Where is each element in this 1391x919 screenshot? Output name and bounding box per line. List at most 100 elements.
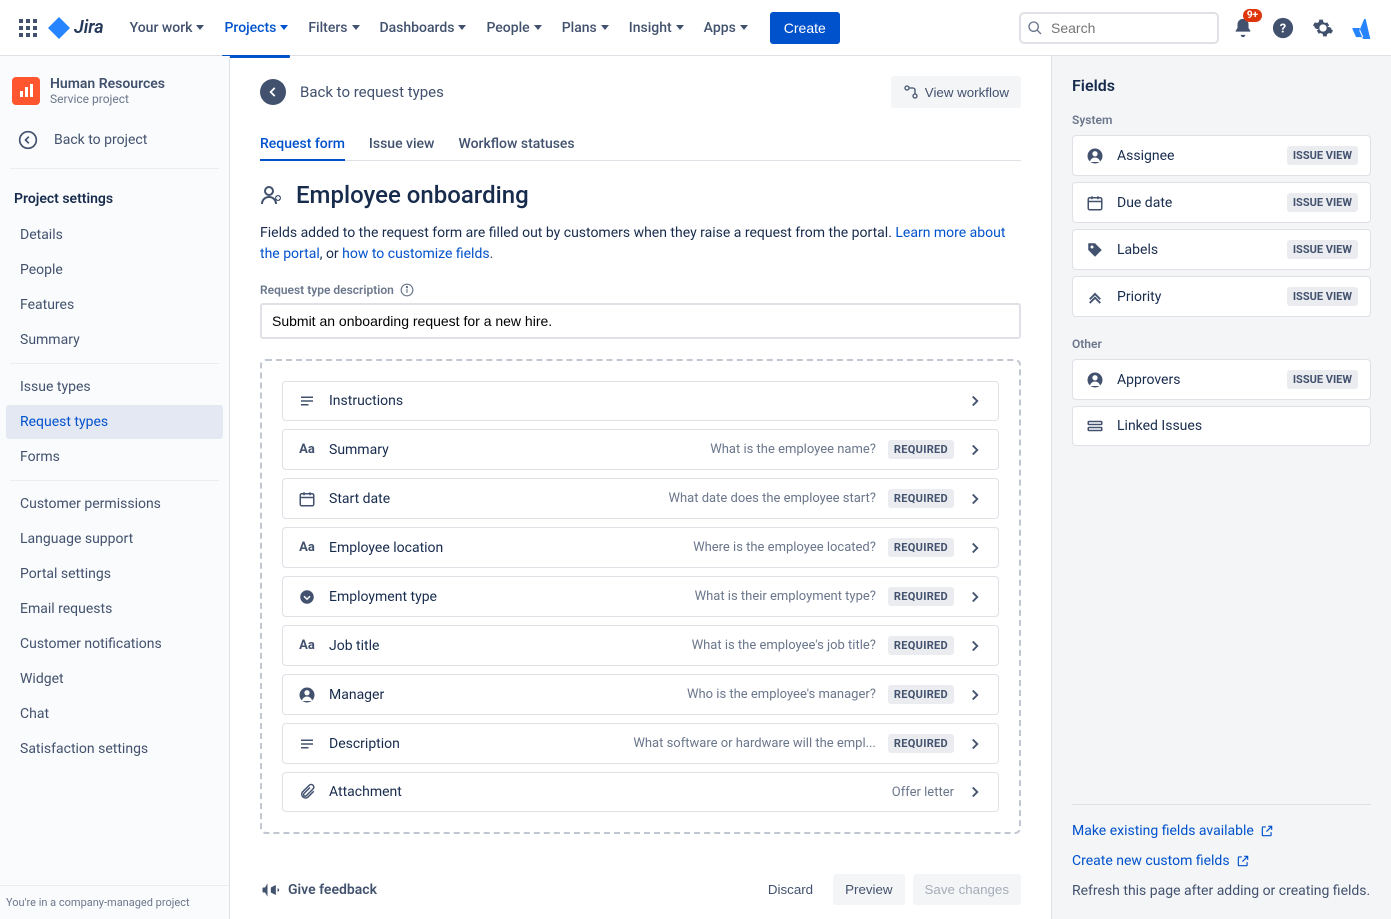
field-hint: Offer letter: [414, 785, 954, 800]
chevron-right-icon: [966, 441, 984, 459]
back-to-project-link[interactable]: Back to project: [0, 118, 229, 162]
sidebar-item-features[interactable]: Features: [6, 288, 223, 322]
sidebar-item-satisfaction-settings[interactable]: Satisfaction settings: [6, 732, 223, 766]
user-icon: [1085, 147, 1105, 165]
nav-item-projects[interactable]: Projects: [214, 12, 298, 44]
field-name: Employment type: [329, 589, 437, 605]
field-panel-item-name: Assignee: [1117, 148, 1275, 164]
field-row-attachment[interactable]: AttachmentOffer letter: [282, 772, 999, 812]
give-feedback-button[interactable]: Give feedback: [260, 880, 377, 900]
field-row-start-date[interactable]: Start dateWhat date does the employee st…: [282, 478, 999, 519]
info-icon[interactable]: [400, 283, 414, 297]
field-name: Manager: [329, 687, 384, 703]
field-hint: What is the employee's job title?: [391, 638, 875, 653]
field-name: Job title: [329, 638, 379, 654]
sidebar-item-details[interactable]: Details: [6, 218, 223, 252]
fields-panel-item-priority[interactable]: PriorityISSUE VIEW: [1072, 276, 1371, 317]
nav-item-your-work[interactable]: Your work: [120, 12, 215, 44]
field-panel-item-name: Due date: [1117, 195, 1275, 211]
save-changes-button: Save changes: [913, 874, 1021, 905]
sidebar-item-email-requests[interactable]: Email requests: [6, 592, 223, 626]
description-input[interactable]: [260, 303, 1021, 339]
field-name: Description: [329, 736, 400, 752]
settings-icon[interactable]: [1307, 12, 1339, 44]
field-hint: What is the employee name?: [401, 442, 876, 457]
app-switcher-icon[interactable]: [12, 12, 44, 44]
sidebar-item-portal-settings[interactable]: Portal settings: [6, 557, 223, 591]
fields-panel-item-due-date[interactable]: Due date ISSUE VIEW: [1072, 182, 1371, 223]
fields-panel-item-approvers[interactable]: ApproversISSUE VIEW: [1072, 359, 1371, 400]
calendar-icon: [1085, 194, 1105, 212]
field-row-description[interactable]: DescriptionWhat software or hardware wil…: [282, 723, 999, 764]
tab-workflow-statuses[interactable]: Workflow statuses: [458, 128, 574, 160]
text-lines-icon: [297, 735, 317, 753]
make-fields-available-link[interactable]: Make existing fields available: [1072, 823, 1274, 839]
main-content: Back to request types View workflow Requ…: [230, 56, 1051, 919]
external-link-icon: [1236, 854, 1250, 868]
nav-item-filters[interactable]: Filters: [298, 12, 369, 44]
sidebar-item-widget[interactable]: Widget: [6, 662, 223, 696]
top-nav: Jira Your work Projects Filters Dashboar…: [0, 0, 1391, 56]
Aa-icon: Aa: [297, 638, 317, 653]
nav-item-dashboards[interactable]: Dashboards: [370, 12, 477, 44]
atlassian-icon[interactable]: [1347, 12, 1379, 44]
nav-item-insight[interactable]: Insight: [619, 12, 694, 44]
field-panel-item-name: Labels: [1117, 242, 1275, 258]
sidebar-item-chat[interactable]: Chat: [6, 697, 223, 731]
fields-panel-item-linked-issues[interactable]: Linked Issues: [1072, 406, 1371, 446]
preview-button[interactable]: Preview: [833, 874, 904, 905]
view-workflow-button[interactable]: View workflow: [891, 76, 1021, 108]
field-row-job-title[interactable]: Aa Job title What is the employee's job ti…: [282, 625, 999, 666]
customize-fields-link[interactable]: how to customize fields: [342, 246, 489, 262]
chevron-right-icon: [966, 637, 984, 655]
field-row-instructions[interactable]: Instructions: [282, 381, 999, 421]
sidebar-item-customer-notifications[interactable]: Customer notifications: [6, 627, 223, 661]
field-row-employment-type[interactable]: Employment typeWhat is their employment …: [282, 576, 999, 617]
page-title: Employee onboarding: [260, 181, 1021, 209]
tabs: Request form Issue view Workflow statuses: [260, 128, 1021, 161]
sidebar-item-request-types[interactable]: Request types: [6, 405, 223, 439]
field-name: Instructions: [329, 393, 403, 409]
field-panel-item-name: Approvers: [1117, 372, 1275, 388]
create-custom-fields-link[interactable]: Create new custom fields: [1072, 853, 1250, 869]
jira-logo[interactable]: Jira: [48, 17, 104, 39]
nav-item-plans[interactable]: Plans: [552, 12, 619, 44]
issue-view-badge: ISSUE VIEW: [1287, 193, 1358, 212]
chevron-right-icon: [966, 490, 984, 508]
discard-button[interactable]: Discard: [756, 874, 825, 905]
back-to-request-types[interactable]: Back to request types: [260, 79, 444, 105]
field-row-manager[interactable]: ManagerWho is the employee's manager?REQ…: [282, 674, 999, 715]
chevron-right-icon: [966, 735, 984, 753]
fields-panel-item-labels[interactable]: LabelsISSUE VIEW: [1072, 229, 1371, 270]
sidebar-item-people[interactable]: People: [6, 253, 223, 287]
help-icon[interactable]: ?: [1267, 12, 1299, 44]
sidebar: Human Resources Service project Back to …: [0, 56, 230, 919]
sidebar-item-summary[interactable]: Summary: [6, 323, 223, 357]
tab-issue-view[interactable]: Issue view: [369, 128, 435, 160]
tab-request-form[interactable]: Request form: [260, 128, 345, 160]
field-name: Employee location: [329, 540, 443, 556]
sidebar-footer: You're in a company-managed project: [0, 885, 229, 919]
workflow-icon: [903, 84, 919, 100]
description-label: Request type description: [260, 283, 1021, 297]
sidebar-item-language-support[interactable]: Language support: [6, 522, 223, 556]
nav-item-people[interactable]: People: [476, 12, 551, 44]
chevron-right-icon: [966, 392, 984, 410]
sidebar-item-customer-permissions[interactable]: Customer permissions: [6, 487, 223, 521]
search-input[interactable]: [1019, 12, 1219, 44]
notifications-icon[interactable]: 9+: [1227, 12, 1259, 44]
chevron-right-icon: [966, 783, 984, 801]
sidebar-item-forms[interactable]: Forms: [6, 440, 223, 474]
project-avatar: [12, 77, 40, 105]
field-row-employee-location[interactable]: AaEmployee locationWhere is the employee…: [282, 527, 999, 568]
sidebar-item-issue-types[interactable]: Issue types: [6, 370, 223, 404]
system-section-label: System: [1072, 113, 1371, 127]
fields-panel: Fields System AssigneeISSUE VIEWDue date…: [1051, 56, 1391, 919]
required-badge: REQUIRED: [888, 734, 954, 753]
fields-panel-item-assignee[interactable]: AssigneeISSUE VIEW: [1072, 135, 1371, 176]
field-row-summary[interactable]: AaSummaryWhat is the employee name?REQUI…: [282, 429, 999, 470]
text-lines-icon: [297, 392, 317, 410]
field-hint: What date does the employee start?: [402, 491, 876, 506]
nav-item-apps[interactable]: Apps: [694, 12, 758, 44]
create-button[interactable]: Create: [770, 12, 840, 44]
